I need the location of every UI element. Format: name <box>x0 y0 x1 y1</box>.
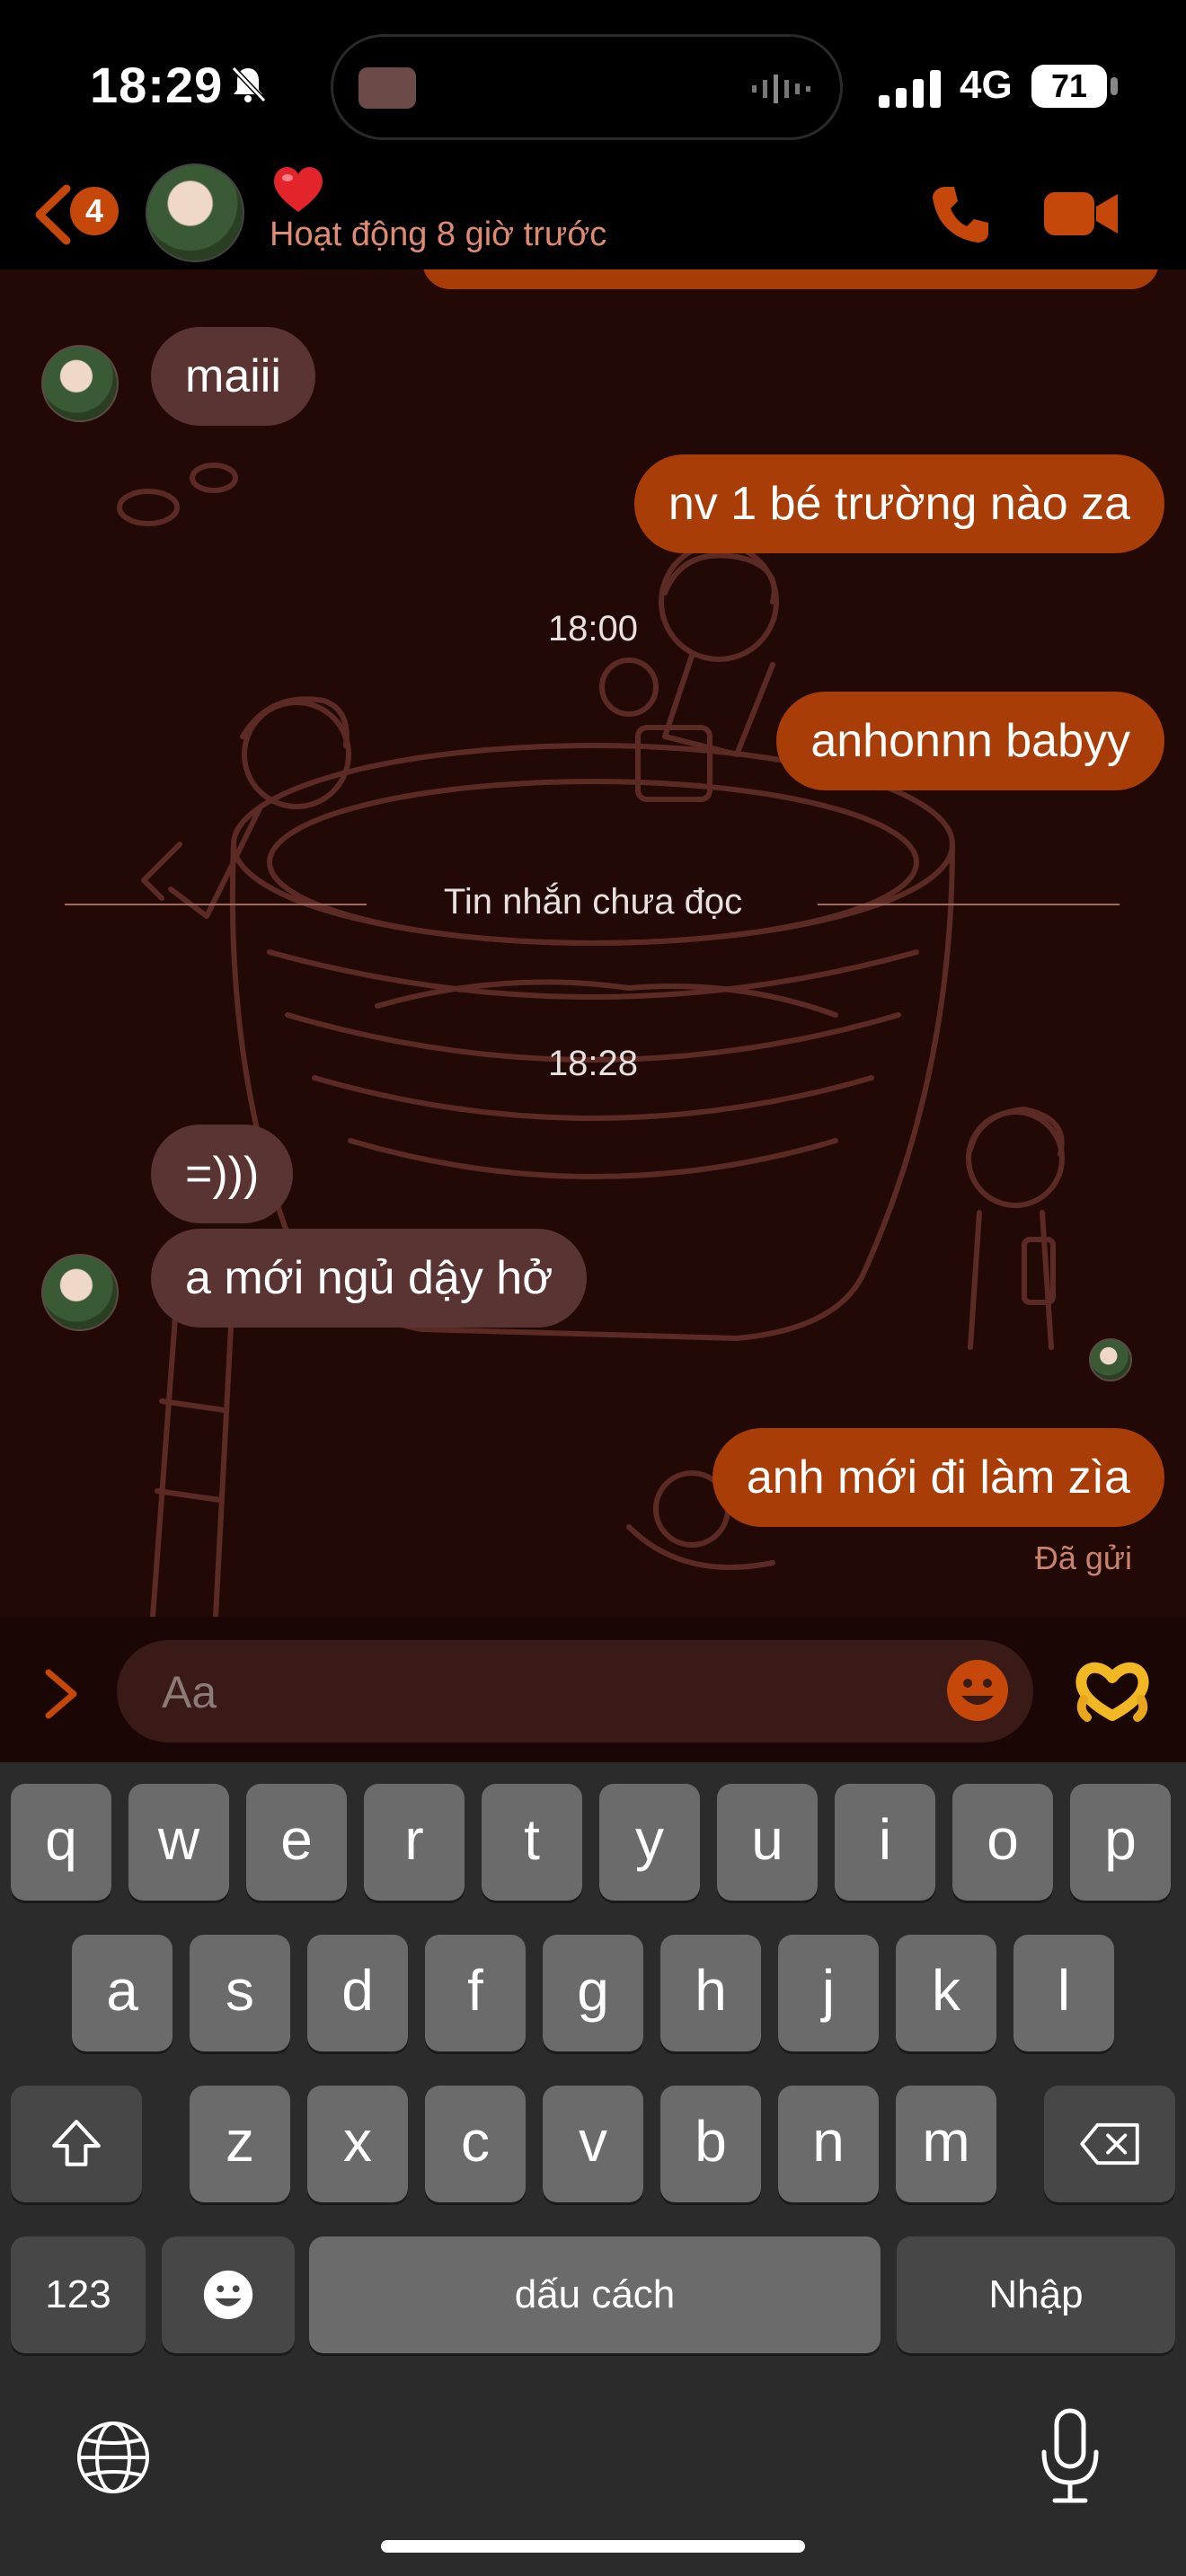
key-v[interactable]: v <box>543 2086 643 2202</box>
emoji-key[interactable] <box>162 2236 295 2353</box>
home-indicator[interactable] <box>381 2540 805 2553</box>
incoming-message[interactable]: =))) <box>151 1125 294 1223</box>
shift-key[interactable] <box>11 2086 142 2202</box>
key-d[interactable]: d <box>307 1935 408 2051</box>
network-type: 4G <box>960 63 1013 107</box>
status-bar: 18:29 4G 71 <box>0 0 1186 162</box>
back-icon[interactable] <box>31 183 75 246</box>
message-list[interactable]: maiii nv 1 bé trường nào za 18:00 anhonn… <box>0 269 1186 1617</box>
globe-icon[interactable] <box>75 2420 151 2495</box>
unread-divider-line-right <box>818 904 1120 905</box>
emoji-icon[interactable] <box>945 1658 1010 1723</box>
key-i[interactable]: i <box>835 1784 935 1901</box>
outgoing-message[interactable]: anh mới đi làm zìa <box>712 1428 1164 1527</box>
video-icon[interactable] <box>1042 187 1120 241</box>
unread-divider-label: Tin nhắn chưa đọc <box>443 882 743 922</box>
outgoing-message[interactable]: anhonnn babyy <box>776 692 1164 790</box>
key-e[interactable]: e <box>246 1784 347 1901</box>
message-input-container[interactable] <box>117 1640 1033 1742</box>
sender-avatar[interactable] <box>41 345 119 422</box>
key-x[interactable]: x <box>307 2086 408 2202</box>
message-sent-status: Đã gửi <box>1034 1539 1132 1576</box>
sender-avatar[interactable] <box>41 1254 119 1331</box>
media-thumbnail <box>358 67 416 109</box>
timestamp: 18:28 <box>547 1044 639 1083</box>
contact-activity-status[interactable]: Hoạt động 8 giờ trước <box>270 216 606 254</box>
status-time: 18:29 <box>90 57 224 113</box>
key-f[interactable]: f <box>425 1935 526 2051</box>
chat-header: 4 Hoạt động 8 giờ trước <box>0 162 1186 269</box>
audio-wave-icon <box>752 75 810 103</box>
key-p[interactable]: p <box>1070 1784 1171 1901</box>
key-w[interactable]: w <box>128 1784 229 1901</box>
key-n[interactable]: n <box>778 2086 879 2202</box>
outgoing-message[interactable]: nv 1 bé trường nào za <box>633 454 1164 553</box>
signal-icon <box>879 70 941 108</box>
key-u[interactable]: u <box>717 1784 818 1901</box>
key-o[interactable]: o <box>952 1784 1053 1901</box>
keyboard: q w e r t y u i o p a s d f g h j k l z … <box>0 1762 1186 2576</box>
incoming-message[interactable]: a mới ngủ dậy hở <box>151 1229 588 1328</box>
timestamp: 18:00 <box>547 609 639 648</box>
key-m[interactable]: m <box>896 2086 996 2202</box>
key-s[interactable]: s <box>190 1935 290 2051</box>
dynamic-island[interactable] <box>331 34 843 140</box>
key-z[interactable]: z <box>190 2086 290 2202</box>
key-r[interactable]: r <box>364 1784 465 1901</box>
key-q[interactable]: q <box>11 1784 111 1901</box>
key-l[interactable]: l <box>1013 1935 1114 2051</box>
incoming-message[interactable]: maiii <box>151 327 315 426</box>
shift-icon <box>52 2120 101 2166</box>
key-y[interactable]: y <box>599 1784 700 1901</box>
mic-icon[interactable] <box>1039 2407 1102 2506</box>
read-receipt-avatar <box>1089 1338 1132 1381</box>
message-input[interactable] <box>160 1660 882 1725</box>
numbers-key[interactable]: 123 <box>11 2236 146 2353</box>
battery-level: 71 <box>1031 65 1107 108</box>
key-j[interactable]: j <box>778 1935 879 2051</box>
contact-avatar[interactable] <box>146 163 244 262</box>
chevron-right-icon[interactable] <box>41 1667 83 1721</box>
message-composer <box>0 1617 1186 1762</box>
key-k[interactable]: k <box>896 1935 996 2051</box>
delete-key[interactable] <box>1044 2086 1175 2202</box>
heart-icon[interactable] <box>270 162 327 216</box>
key-t[interactable]: t <box>482 1784 582 1901</box>
key-g[interactable]: g <box>543 1935 643 2051</box>
battery-tip <box>1111 77 1118 95</box>
key-b[interactable]: b <box>660 2086 761 2202</box>
previous-message-bubble[interactable] <box>422 269 1159 289</box>
heart-hands-icon[interactable] <box>1075 1660 1150 1723</box>
key-c[interactable]: c <box>425 2086 526 2202</box>
return-key[interactable]: Nhập <box>897 2236 1175 2353</box>
key-a[interactable]: a <box>72 1935 173 2051</box>
key-h[interactable]: h <box>660 1935 761 2051</box>
bell-slash-icon <box>231 66 266 103</box>
delete-icon <box>1080 2122 1139 2166</box>
space-key[interactable]: dấu cách <box>309 2236 881 2353</box>
phone-icon[interactable] <box>929 183 992 246</box>
unread-count-badge[interactable]: 4 <box>70 187 119 235</box>
emoji-key-icon <box>203 2270 253 2320</box>
